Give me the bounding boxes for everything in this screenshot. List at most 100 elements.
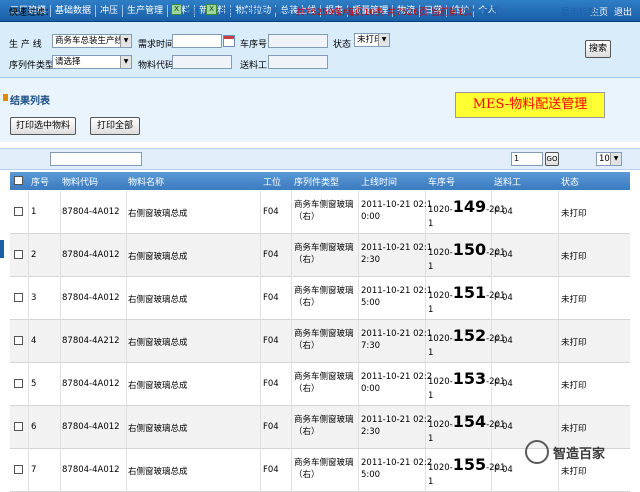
row-checkbox[interactable] bbox=[14, 293, 23, 302]
print-selected-button[interactable]: 打印选中物料 bbox=[10, 117, 76, 135]
cell-car-no-prefix: 1020- bbox=[428, 334, 453, 344]
cell-status: 未打印 bbox=[561, 467, 587, 477]
rows-per-page-select[interactable]: 10 ▼ bbox=[596, 152, 622, 166]
cell-online-time-line1: 2011-10-21 02:1 bbox=[361, 200, 433, 210]
header-seq-type[interactable]: 序列件类型 bbox=[294, 175, 339, 188]
next-page-link[interactable]: 下页 bbox=[452, 5, 470, 18]
table-row[interactable]: 2 87804-4A012 右侧窗玻璃总成 F04 商务车侧窗玻璃 （右） 2011-10-… bbox=[10, 234, 630, 277]
last-page-link[interactable]: 尾页 bbox=[481, 5, 499, 18]
print-all-button[interactable]: 打印全部 bbox=[90, 117, 140, 135]
column-divider bbox=[558, 191, 559, 234]
cell-material-code: 87804-4A012 bbox=[62, 465, 120, 475]
column-divider bbox=[558, 277, 559, 320]
logout-link[interactable]: 退出 bbox=[614, 5, 632, 18]
header-status[interactable]: 状态 bbox=[561, 175, 579, 188]
column-divider bbox=[126, 449, 127, 492]
cell-online-time: 2011-10-21 02:1 7:30 bbox=[361, 328, 432, 352]
row-checkbox[interactable] bbox=[14, 207, 23, 216]
menu-item-basic-data[interactable]: 基础数据 bbox=[51, 5, 97, 17]
car-no-input[interactable] bbox=[268, 34, 328, 48]
column-divider bbox=[126, 191, 127, 234]
cell-no: 3 bbox=[31, 293, 37, 303]
cell-material-name: 右侧窗玻璃总成 bbox=[128, 252, 188, 262]
first-page-link[interactable]: 首页 bbox=[250, 5, 268, 18]
cell-car-no-tail: 1 bbox=[428, 219, 434, 229]
column-divider bbox=[60, 449, 61, 492]
column-divider bbox=[558, 234, 559, 277]
watermark-text: 智造百家 bbox=[553, 446, 606, 462]
row-checkbox[interactable] bbox=[14, 465, 23, 474]
rows-per-page-label: 显示行数 bbox=[561, 8, 598, 18]
calendar-icon[interactable] bbox=[223, 35, 235, 47]
quick-filter-input[interactable] bbox=[50, 152, 142, 166]
cell-online-time-line2: 0:00 bbox=[361, 212, 381, 222]
menu-item-stamping[interactable]: 冲压 bbox=[96, 5, 124, 17]
cell-car-no-prefix: 1020- bbox=[428, 463, 453, 473]
status-label: 状态 bbox=[333, 40, 352, 50]
line-select[interactable]: 商务车总装生产线 ▼ bbox=[52, 34, 132, 48]
cell-seq-type-line2: （右） bbox=[294, 427, 320, 437]
column-divider bbox=[60, 191, 61, 234]
go-button[interactable]: GO bbox=[545, 152, 559, 166]
header-delivery-worker[interactable]: 送料工 bbox=[494, 175, 521, 188]
cell-seq-type-line2: （右） bbox=[294, 384, 320, 394]
page-number-input[interactable]: 1 bbox=[511, 152, 543, 166]
export-page-link[interactable]: 本页 bbox=[184, 5, 202, 18]
column-divider bbox=[358, 191, 359, 234]
cell-seq-type-line1: 商务车侧窗玻璃 bbox=[294, 286, 354, 296]
cell-seq-type-line2: （右） bbox=[294, 255, 320, 265]
cell-material-code: 87804-4A012 bbox=[62, 422, 120, 432]
prev-page-icon[interactable]: ◀ bbox=[270, 5, 276, 14]
material-code-label: 物料代码 bbox=[138, 61, 175, 71]
cell-seq-type-line1: 商务车侧窗玻璃 bbox=[294, 200, 354, 210]
demand-time-input[interactable] bbox=[172, 34, 222, 48]
excel-icon[interactable]: X bbox=[171, 4, 182, 15]
header-online-time[interactable]: 上线时间 bbox=[361, 175, 397, 188]
table-row[interactable]: 1 87804-4A012 右侧窗玻璃总成 F04 商务车侧窗玻璃 （右） 2011-10-… bbox=[10, 191, 630, 234]
last-page-icon[interactable]: ▶| bbox=[499, 5, 508, 14]
cell-seq-type-line1: 商务车侧窗玻璃 bbox=[294, 458, 354, 468]
header-station[interactable]: 工位 bbox=[263, 175, 281, 188]
select-all-checkbox[interactable] bbox=[14, 176, 23, 185]
delivery-worker-input[interactable] bbox=[268, 55, 328, 69]
excel-icon[interactable]: X bbox=[206, 4, 217, 15]
cell-online-time-line2: 7:30 bbox=[361, 341, 381, 351]
cell-car-no-prefix: 1020- bbox=[428, 248, 453, 258]
column-divider bbox=[260, 320, 261, 363]
cell-material-code: 87804-4A012 bbox=[62, 250, 120, 260]
cell-online-time-line1: 2011-10-21 02:1 bbox=[361, 286, 433, 296]
column-divider bbox=[358, 406, 359, 449]
header-car-no[interactable]: 车序号 bbox=[428, 175, 455, 188]
next-page-icon[interactable]: ▶ bbox=[470, 5, 476, 14]
table-row[interactable]: 5 87804-4A012 右侧窗玻璃总成 F04 商务车侧窗玻璃 （右） 2011-10-… bbox=[10, 363, 630, 406]
header-material-name[interactable]: 物料名称 bbox=[128, 175, 164, 188]
header-no[interactable]: 序号 bbox=[31, 175, 49, 188]
column-divider bbox=[126, 277, 127, 320]
column-divider bbox=[260, 191, 261, 234]
menu-item-production[interactable]: 生产管理 bbox=[123, 5, 169, 17]
row-checkbox[interactable] bbox=[14, 422, 23, 431]
header-material-code[interactable]: 物料代码 bbox=[62, 175, 98, 188]
material-code-input[interactable] bbox=[172, 55, 232, 69]
row-checkbox[interactable] bbox=[14, 250, 23, 259]
watermark-logo-icon bbox=[525, 440, 549, 464]
row-checkbox[interactable] bbox=[14, 379, 23, 388]
search-button[interactable]: 搜索 bbox=[585, 40, 611, 58]
cell-car-no-tail: 1 bbox=[428, 477, 434, 487]
table-row[interactable]: 4 87804-4A212 右侧窗玻璃总成 F04 商务车侧窗玻璃 （右） 2011-10-… bbox=[10, 320, 630, 363]
prev-page-link[interactable]: 上页 bbox=[277, 5, 295, 18]
row-checkbox[interactable] bbox=[14, 336, 23, 345]
cell-seq-type-line1: 商务车侧窗玻璃 bbox=[294, 372, 354, 382]
side-collapse-handle[interactable] bbox=[0, 240, 4, 258]
column-divider bbox=[260, 406, 261, 449]
cell-delivery-worker: F-04 bbox=[494, 250, 513, 260]
first-page-icon[interactable]: |◀ bbox=[240, 5, 249, 14]
seq-type-select[interactable]: 请选择 ▼ bbox=[52, 55, 132, 69]
cell-seq-type-line1: 商务车侧窗玻璃 bbox=[294, 243, 354, 253]
table-row[interactable]: 3 87804-4A012 右侧窗玻璃总成 F04 商务车侧窗玻璃 （右） 2011-10-… bbox=[10, 277, 630, 320]
cell-online-time-line2: 5:00 bbox=[361, 298, 381, 308]
cell-seq-type-line2: （右） bbox=[294, 470, 320, 480]
cell-no: 2 bbox=[31, 250, 37, 260]
export-all-link[interactable]: 全部 bbox=[219, 5, 237, 18]
status-select[interactable]: 未打印 ▼ bbox=[354, 33, 390, 47]
